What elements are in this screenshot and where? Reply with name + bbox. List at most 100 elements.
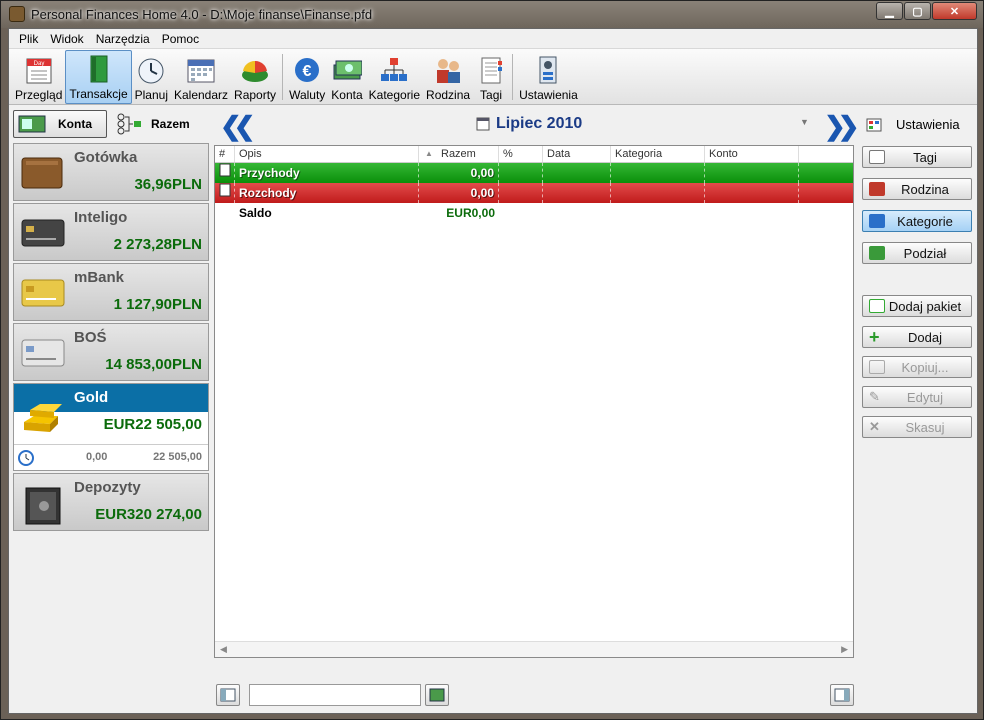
account-card-inteligo[interactable]: Inteligo 2 273,28PLN [13, 203, 209, 261]
edytuj-button[interactable]: ✎ Edytuj [862, 386, 972, 408]
row-amount: EUR0,00 [446, 206, 495, 220]
razem-toggle-button[interactable]: Razem [115, 112, 190, 136]
toolbar-konta[interactable]: Konta [328, 50, 365, 104]
toolbar-raporty[interactable]: Raporty [231, 50, 279, 104]
planned-value: 0,00 [86, 451, 108, 463]
scroll-right-icon[interactable]: ▶ [841, 644, 848, 655]
accounts-icon [18, 115, 46, 133]
menu-narzedzia[interactable]: Narzędzia [90, 32, 156, 46]
account-name: BOŚ [74, 329, 107, 346]
tags-icon [476, 55, 506, 85]
podzial-button[interactable]: Podział [862, 242, 972, 264]
plus-icon: + [869, 326, 880, 347]
toolbar-tagi[interactable]: Tagi [473, 50, 509, 104]
account-name: mBank [74, 269, 125, 286]
col-kategoria[interactable]: Kategoria [611, 146, 705, 162]
chevron-down-icon[interactable]: ▼ [800, 117, 809, 127]
kategorie-button[interactable]: Kategorie [862, 210, 972, 232]
month-navigation: ❮❮ Lipiec 2010 ▼ ❯❯ [214, 109, 859, 142]
toolbar-przeglad[interactable]: Day Przegląd [12, 50, 65, 104]
tagi-button[interactable]: Tagi [862, 146, 972, 168]
menu-widok[interactable]: Widok [44, 32, 89, 46]
toolbar-planuj[interactable]: Planuj [132, 50, 171, 104]
client-area: Plik Widok Narzędzia Pomoc Day Przegląd … [8, 28, 978, 714]
menu-plik[interactable]: Plik [13, 32, 44, 46]
document-icon [215, 163, 235, 183]
account-card-bos[interactable]: BOŚ 14 853,00PLN [13, 323, 209, 381]
settings-label: Ustawienia [896, 117, 960, 132]
account-card-gold[interactable]: Gold EUR22 505,00 0,00 22 505,00 [13, 383, 209, 471]
minimize-button[interactable]: ▁ [876, 2, 903, 20]
toolbar-label: Ustawienia [519, 88, 578, 102]
split-icon [869, 246, 885, 260]
row-desc: Saldo [239, 206, 272, 220]
toolbar-label: Planuj [134, 88, 168, 102]
button-label: Skasuj [905, 419, 945, 435]
menu-pomoc[interactable]: Pomoc [156, 32, 205, 46]
toolbar-kalendarz[interactable]: Kalendarz [171, 50, 231, 104]
account-card-mbank[interactable]: mBank 1 127,90PLN [13, 263, 209, 321]
rodzina-button[interactable]: Rodzina [862, 178, 972, 200]
maximize-button[interactable]: ▢ [904, 2, 931, 20]
copy-icon [869, 360, 885, 374]
account-card-depozyty[interactable]: Depozyty EUR320 274,00 [13, 473, 209, 531]
settings-link[interactable]: Ustawienia [866, 117, 976, 132]
col-konto[interactable]: Konto [705, 146, 799, 162]
sort-arrow-icon: ▲ [425, 149, 433, 158]
konta-toggle-button[interactable]: Konta [13, 110, 107, 138]
dodaj-pakiet-button[interactable]: Dodaj pakiet [862, 295, 972, 317]
col-opis[interactable]: Opis [235, 146, 419, 162]
left-panel-toggle-button[interactable] [216, 684, 240, 706]
col-data[interactable]: Data [543, 146, 611, 162]
gold-bars-icon [20, 396, 66, 432]
toolbar-label: Tagi [480, 88, 503, 102]
toolbar-label: Rodzina [426, 88, 471, 102]
calendar-icon [186, 55, 216, 85]
hierarchy-icon [379, 55, 409, 85]
title-bar[interactable]: Personal Finances Home 4.0 - D:\Moje fin… [1, 1, 983, 28]
settings-icon [533, 55, 563, 85]
toolbar-separator [512, 54, 514, 100]
col-percent[interactable]: % [499, 146, 543, 162]
toolbar-kategorie[interactable]: Kategorie [366, 50, 423, 104]
panel-icon [220, 688, 236, 702]
col-razem[interactable]: ▲ Razem [419, 146, 499, 162]
button-label: Edytuj [906, 389, 944, 405]
toolbar-waluty[interactable]: € Waluty [286, 50, 328, 104]
button-label: Dodaj pakiet [888, 298, 962, 314]
pencil-icon: ✎ [869, 389, 880, 404]
account-balance: EUR22 505,00 [103, 416, 202, 433]
close-button[interactable]: ✕ [932, 2, 977, 20]
money-icon [332, 55, 363, 85]
kopiuj-button[interactable]: Kopiuj... [862, 356, 972, 378]
table-row-expense[interactable]: Rozchody 0,00 [215, 183, 853, 203]
search-input[interactable] [249, 684, 421, 706]
right-panel-toggle-button[interactable] [830, 684, 854, 706]
tree-icon [117, 113, 141, 135]
skasuj-button[interactable]: ✕ Skasuj [862, 416, 972, 438]
transactions-table: # Opis ▲ Razem % Data Kategoria Konto Prz… [214, 145, 854, 658]
prev-month-icon[interactable]: ❮❮ [220, 111, 255, 142]
currency-icon: € [292, 55, 322, 85]
table-header: # Opis ▲ Razem % Data Kategoria Konto [215, 146, 853, 163]
toolbar-label: Kalendarz [173, 88, 229, 102]
current-month[interactable]: Lipiec 2010 [496, 115, 582, 133]
toolbar-transakcje[interactable]: Transakcje [65, 50, 132, 104]
next-month-icon[interactable]: ❯❯ [824, 111, 859, 142]
filter-button[interactable] [425, 684, 449, 706]
scroll-left-icon[interactable]: ◀ [220, 644, 227, 655]
account-card-gotowka[interactable]: Gotówka 36,96PLN [13, 143, 209, 201]
table-row-income[interactable]: Przychody 0,00 [215, 163, 853, 183]
credit-card-icon [20, 336, 66, 368]
button-label: Dodaj [908, 329, 942, 345]
horizontal-scrollbar[interactable]: ◀ ▶ [215, 641, 853, 657]
button-label: Kategorie [897, 213, 953, 229]
toolbar-rodzina[interactable]: Rodzina [423, 50, 473, 104]
dodaj-button[interactable]: + Dodaj [862, 326, 972, 348]
col-number[interactable]: # [215, 146, 235, 162]
toolbar-ustawienia[interactable]: Ustawienia [516, 50, 581, 104]
table-row-balance: Saldo EUR0,00 [215, 203, 853, 223]
app-icon [9, 6, 25, 22]
delete-icon: ✕ [869, 419, 880, 434]
row-desc: Przychody [235, 163, 419, 183]
